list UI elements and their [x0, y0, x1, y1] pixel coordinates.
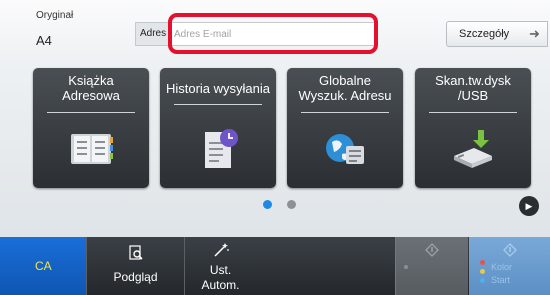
- tile-divider: [174, 104, 262, 105]
- tile-divider: [301, 112, 389, 113]
- magic-wand-icon: [213, 243, 229, 257]
- tile-title-line1: Globalne: [318, 73, 372, 88]
- page-indicator[interactable]: [287, 200, 296, 209]
- tile-divider: [429, 112, 517, 113]
- next-page-button[interactable]: ▶: [519, 196, 539, 216]
- color-start-label-line2: Start: [491, 275, 511, 285]
- preview-label: Podgląd: [113, 270, 158, 284]
- address-label: Adres: [136, 23, 170, 45]
- arrow-right-icon: ➜: [529, 26, 540, 41]
- auto-settings-label-line1: Ust.: [209, 263, 232, 277]
- start-diamond-icon: [425, 243, 439, 257]
- top-bar: Oryginał A4 Adres Szczegóły ➜: [0, 0, 550, 63]
- tile-sending-history[interactable]: Historia wysyłania: [160, 68, 276, 188]
- tile-title-line2: Wyszuk. Adresu: [298, 88, 392, 103]
- tile-title-line2: Adresowa: [62, 88, 120, 103]
- original-label: Oryginał: [36, 10, 74, 21]
- tile-title-line1: Historia wysyłania: [165, 80, 271, 96]
- preview-button[interactable]: Podgląd: [86, 237, 184, 295]
- start-diamond-icon: [503, 243, 517, 257]
- tile-title: Skan.tw.dysk /USB: [415, 68, 531, 108]
- preview-magnifier-icon: [128, 245, 143, 260]
- tile-global-address-search[interactable]: Globalne Wyszuk. Adresu: [287, 68, 403, 188]
- page-indicator-active[interactable]: [263, 200, 272, 209]
- color-start-button[interactable]: Kolor Start: [469, 237, 550, 295]
- tile-title-line2: /USB: [457, 88, 489, 103]
- highlight-outline: [168, 13, 378, 54]
- auto-settings-label-line2: Autom.: [201, 278, 240, 292]
- bottom-bar: CA Podgląd Ust. Autom. Kolor Start: [0, 237, 550, 295]
- bw-start-button[interactable]: [395, 237, 468, 295]
- tile-divider: [47, 112, 135, 113]
- usb-drive-icon: [454, 130, 492, 168]
- screen: Oryginał A4 Adres Szczegóły ➜ Książka Ad…: [0, 0, 550, 295]
- tile-scan-to-drive-usb[interactable]: Skan.tw.dysk /USB: [415, 68, 531, 188]
- status-dot-icon: [404, 265, 408, 269]
- address-book-icon: [71, 134, 113, 164]
- main-area: Książka Adresowa Historia wysyłania Glob…: [0, 62, 550, 237]
- color-dot-red: [480, 260, 485, 265]
- clear-all-button[interactable]: CA: [0, 237, 86, 295]
- tile-title: Historia wysyłania: [160, 68, 276, 108]
- color-dot-yellow: [480, 269, 485, 274]
- tile-title-line1: Książka: [68, 73, 114, 88]
- original-size-value[interactable]: A4: [36, 33, 52, 48]
- auto-settings-button[interactable]: Ust. Autom.: [184, 237, 256, 295]
- details-button[interactable]: Szczegóły ➜: [446, 21, 548, 47]
- color-start-label-line1: Kolor: [491, 262, 513, 272]
- history-clock-icon: [205, 129, 238, 168]
- details-button-label: Szczegóły: [459, 28, 510, 40]
- globe-search-icon: [326, 134, 364, 164]
- tile-title: Globalne Wyszuk. Adresu: [287, 68, 403, 108]
- tile-title: Książka Adresowa: [33, 68, 149, 108]
- tile-address-book[interactable]: Książka Adresowa: [33, 68, 149, 188]
- tile-title-line1: Skan.tw.dysk: [435, 73, 511, 88]
- color-dot-blue: [480, 278, 485, 283]
